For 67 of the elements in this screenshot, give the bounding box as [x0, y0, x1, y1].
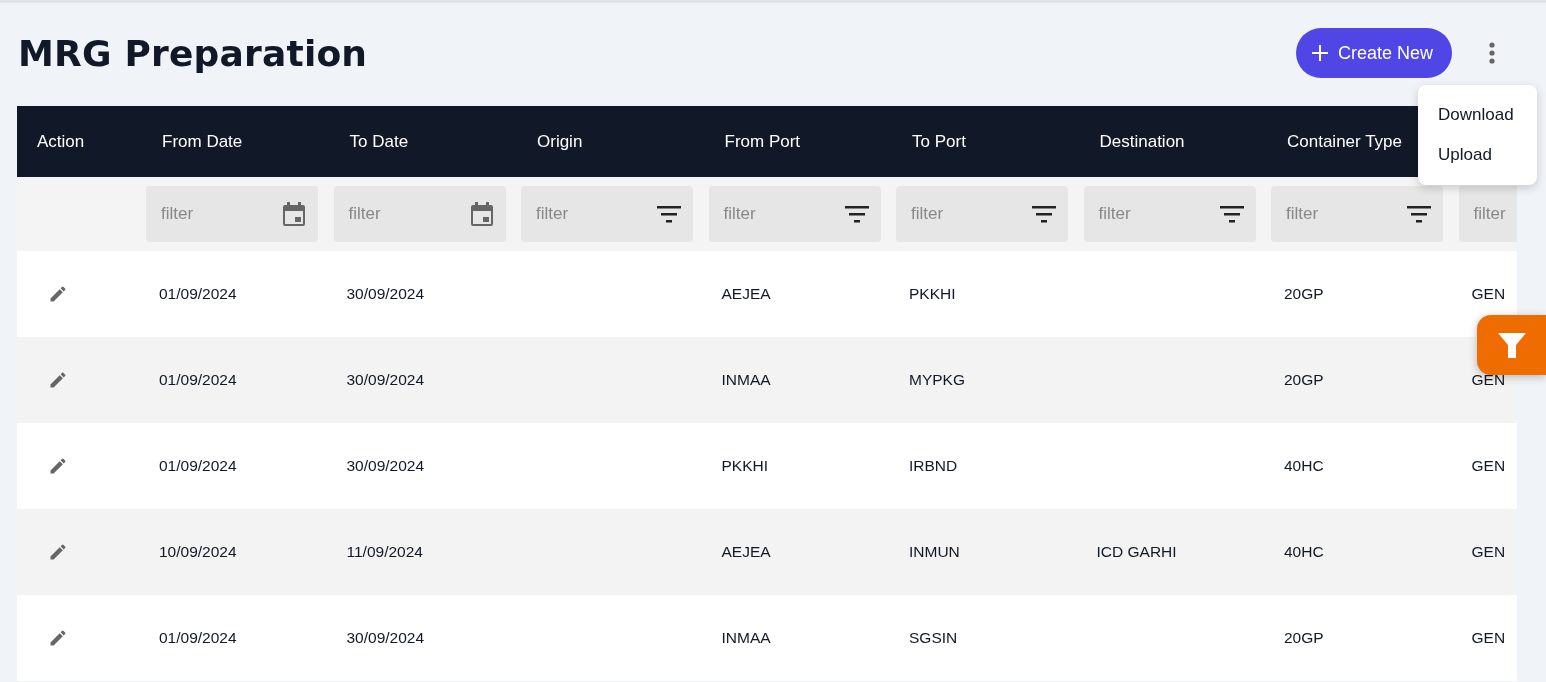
- table-cell-text: 20GP: [1283, 371, 1325, 389]
- edit-icon[interactable]: [48, 370, 68, 390]
- filter-icon[interactable]: [657, 205, 681, 223]
- table-cell-text: MYPKG: [908, 371, 966, 389]
- table-cell-text: 01/09/2024: [158, 285, 238, 303]
- table-cell-text: PKKHI: [908, 285, 957, 303]
- filter-field[interactable]: filter: [146, 186, 318, 242]
- filter-icon[interactable]: [844, 205, 869, 223]
- table-cell-text: 30/09/2024: [345, 457, 426, 475]
- column-header: Container Type: [1286, 131, 1403, 152]
- column-header: To Port: [911, 131, 967, 152]
- table-cell-text: AEJEA: [720, 543, 772, 561]
- table-cell-text: 40HC: [1283, 457, 1325, 475]
- table-cell-text: 40HC: [1283, 543, 1325, 561]
- table-cell-text: INMUN: [908, 543, 961, 561]
- table-cell-text: PKKHI: [720, 457, 769, 475]
- table-cell-text: 20GP: [1283, 629, 1325, 647]
- filter-field[interactable]: filter: [333, 186, 506, 242]
- filter-field[interactable]: filter: [896, 186, 1068, 242]
- edit-icon[interactable]: [48, 542, 68, 562]
- table-cell-text: IRBND: [908, 457, 959, 475]
- column-header: To Date: [348, 131, 410, 152]
- table-cell-text: 30/09/2024: [345, 371, 426, 389]
- edit-icon[interactable]: [48, 284, 68, 304]
- funnel-icon: [1496, 330, 1527, 360]
- table-cell-text: 20GP: [1283, 285, 1325, 303]
- filter-button[interactable]: [1477, 315, 1546, 375]
- table-cell-text: GEN: [1470, 457, 1507, 475]
- filter-icon[interactable]: [1407, 205, 1431, 223]
- filter-icon[interactable]: [1219, 205, 1244, 223]
- table-cell-text: GEN: [1470, 543, 1507, 561]
- plus-icon: [1311, 45, 1328, 61]
- table-cell-text: 10/09/2024: [158, 543, 238, 561]
- table-cell-text: INMAA: [720, 629, 772, 647]
- filter-field[interactable]: filter: [1083, 186, 1256, 242]
- filter-icon[interactable]: [1032, 205, 1056, 223]
- table-cell-text: 11/09/2024: [345, 543, 424, 561]
- edit-icon[interactable]: [48, 628, 68, 648]
- page-title: MRG Preparation: [18, 32, 369, 74]
- table-cell-text: 01/09/2024: [158, 629, 238, 647]
- calendar-icon[interactable]: [282, 201, 306, 227]
- table-cell-text: 30/09/2024: [345, 285, 426, 303]
- filter-field[interactable]: filter: [1271, 186, 1443, 242]
- table-cell-text: SGSIN: [908, 629, 959, 647]
- calendar-icon[interactable]: [469, 201, 494, 227]
- column-header: From Port: [723, 131, 802, 152]
- table-cell-text: 01/09/2024: [158, 457, 238, 475]
- create-new-button[interactable]: Create New: [1295, 28, 1452, 78]
- table-cell-text: GEN: [1470, 629, 1507, 647]
- more-options-icon[interactable]: [1489, 42, 1495, 64]
- table-cell-text: 01/09/2024: [158, 371, 238, 389]
- column-header: Destination: [1098, 131, 1186, 152]
- column-header: From Date: [161, 131, 244, 152]
- table-cell-text: INMAA: [720, 371, 772, 389]
- column-header: Action: [36, 131, 86, 152]
- table-cell-text: GEN: [1470, 285, 1507, 303]
- table-cell-text: GEN: [1470, 371, 1507, 389]
- filter-field[interactable]: filter: [708, 186, 881, 242]
- table-cell-text: AEJEA: [720, 285, 772, 303]
- menu-item[interactable]: Upload: [1418, 135, 1537, 175]
- edit-icon[interactable]: [48, 456, 68, 476]
- menu-item[interactable]: Download: [1418, 95, 1537, 135]
- filter-field[interactable]: filter: [1458, 186, 1517, 242]
- table-cell-text: ICD GARHI: [1095, 543, 1178, 561]
- column-header: Origin: [536, 131, 584, 152]
- filter-field[interactable]: filter: [521, 186, 693, 242]
- table-cell-text: 30/09/2024: [345, 629, 426, 647]
